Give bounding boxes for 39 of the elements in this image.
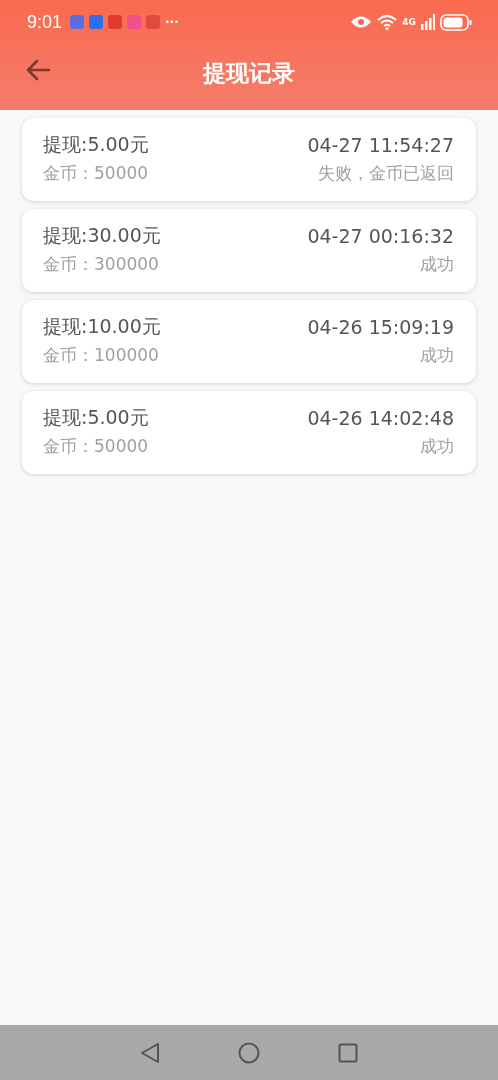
battery-icon [440, 13, 472, 31]
record-status: 成功 [420, 435, 454, 458]
coin-amount: 金币：50000 [43, 435, 149, 458]
signal-icon [421, 14, 435, 30]
record-time: 04-26 14:02:48 [307, 407, 454, 429]
app-icon [108, 15, 123, 29]
home-nav-button[interactable] [238, 1041, 260, 1064]
more-notifications: ··· [165, 15, 179, 29]
record-card[interactable]: 提现:10.00元 04-26 15:09:19 金币：100000 成功 [22, 300, 476, 383]
app-icon [70, 15, 85, 29]
circle-icon [238, 1041, 260, 1064]
record-status: 失败，金币已返回 [318, 162, 454, 185]
record-card[interactable]: 提现:5.00元 04-27 11:54:27 金币：50000 失败，金币已返回 [22, 118, 476, 201]
wifi-icon [377, 14, 398, 30]
app-icon [89, 15, 104, 29]
triangle-icon [140, 1041, 160, 1064]
record-time: 04-26 15:09:19 [307, 316, 454, 338]
record-time: 04-27 00:16:32 [307, 225, 454, 247]
eye-icon [350, 15, 373, 29]
recents-nav-button[interactable] [338, 1042, 358, 1063]
withdraw-amount: 提现:5.00元 [43, 132, 149, 157]
record-card[interactable]: 提现:5.00元 04-26 14:02:48 金币：50000 成功 [22, 391, 476, 474]
withdraw-amount: 提现:30.00元 [43, 223, 161, 248]
coin-amount: 金币：50000 [43, 162, 149, 185]
record-status: 成功 [420, 344, 454, 367]
app-icon [127, 15, 142, 29]
page-title: 提现记录 [203, 58, 295, 88]
app-icon [146, 15, 161, 29]
network-label: 4G [402, 17, 416, 27]
coin-amount: 金币：100000 [43, 344, 159, 367]
record-status: 成功 [420, 253, 454, 276]
back-nav-button[interactable] [140, 1041, 160, 1064]
status-time: 9:01 [27, 11, 63, 33]
record-card[interactable]: 提现:30.00元 04-27 00:16:32 金币：300000 成功 [22, 209, 476, 292]
square-icon [338, 1042, 358, 1063]
coin-amount: 金币：300000 [43, 253, 159, 276]
record-time: 04-27 11:54:27 [307, 134, 454, 156]
withdraw-amount: 提现:10.00元 [43, 314, 161, 339]
withdraw-amount: 提现:5.00元 [43, 405, 149, 430]
